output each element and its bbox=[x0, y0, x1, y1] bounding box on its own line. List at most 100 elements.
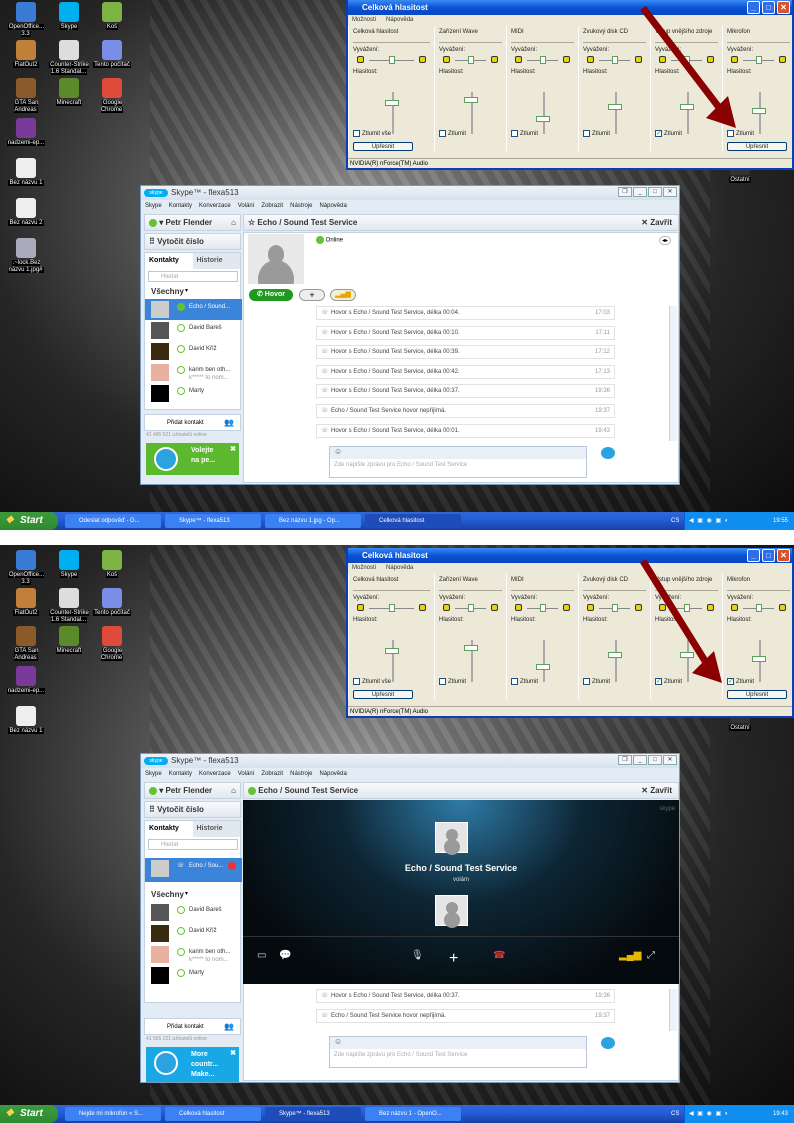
taskbar-item[interactable]: Odeslat odpověď - G... bbox=[65, 514, 161, 528]
search-input[interactable]: Hledat bbox=[148, 271, 238, 282]
menu-item[interactable]: Možnosti bbox=[352, 563, 376, 573]
close-promo-icon[interactable]: ✖ bbox=[230, 445, 236, 455]
tab-history[interactable]: Historie bbox=[192, 253, 240, 269]
volume-slider-thumb[interactable] bbox=[384, 99, 399, 106]
volume-slider-thumb[interactable] bbox=[679, 103, 694, 110]
mute-checkbox[interactable]: Ztlumit bbox=[511, 130, 538, 137]
taskbar-item[interactable]: Celková hlasitost bbox=[365, 514, 461, 528]
checkbox[interactable] bbox=[727, 130, 734, 137]
add-contact-button[interactable]: Přidat kontakt 👥 bbox=[144, 1018, 241, 1035]
desktop-icon[interactable]: Bez názvu 1 bbox=[4, 706, 48, 735]
volume-slider-thumb[interactable] bbox=[463, 645, 478, 652]
volume-slider-thumb[interactable] bbox=[384, 647, 399, 654]
desktop-icon[interactable]: GTA San Andreas bbox=[4, 626, 48, 662]
taskbar-item[interactable]: Bez názvu 1.jpg - Op... bbox=[265, 514, 361, 528]
menu-item[interactable]: Možnosti bbox=[352, 15, 376, 25]
add-group-icon[interactable]: 👥 bbox=[224, 1019, 234, 1035]
volume-slider[interactable] bbox=[614, 92, 617, 134]
checkbox[interactable] bbox=[511, 130, 518, 137]
maximize-button[interactable]: □ bbox=[648, 187, 662, 197]
desktop-icon[interactable]: Counter-Strike 1.6 Standal... bbox=[47, 588, 91, 624]
star-icon[interactable] bbox=[248, 786, 256, 795]
slider-thumb[interactable] bbox=[683, 56, 690, 64]
scroll-arrows-button[interactable]: ◂▸ bbox=[658, 236, 671, 245]
home-icon[interactable]: ⌂ bbox=[231, 215, 236, 231]
mute-checkbox[interactable]: Ztlumit bbox=[583, 678, 610, 685]
volume-slider[interactable] bbox=[686, 92, 689, 134]
checkbox[interactable] bbox=[511, 678, 518, 685]
volume-slider-thumb[interactable] bbox=[751, 107, 766, 114]
desktop-icon[interactable]: Tento počítač bbox=[90, 40, 134, 69]
language-indicator[interactable]: CS bbox=[671, 512, 679, 530]
contact-item[interactable]: Echo / Sound... bbox=[145, 299, 242, 320]
mute-checkbox[interactable]: Ztlumit bbox=[439, 678, 466, 685]
mute-checkbox[interactable]: Ztlumit bbox=[511, 678, 538, 685]
star-icon[interactable]: ☆ bbox=[248, 218, 257, 227]
menu-item[interactable]: Nápověda bbox=[319, 200, 346, 212]
menu-item[interactable]: Nástroje bbox=[290, 768, 312, 780]
checkbox[interactable]: ✓ bbox=[727, 678, 734, 685]
group-selector[interactable]: Všechny bbox=[151, 287, 184, 296]
fullscreen-icon[interactable]: ⤢ bbox=[647, 950, 655, 961]
compact-view-button[interactable]: ❐ bbox=[618, 187, 632, 197]
checkbox[interactable] bbox=[583, 678, 590, 685]
desktop-icon[interactable]: Minecraft bbox=[47, 78, 91, 107]
balance-slider[interactable] bbox=[583, 603, 646, 613]
microphone-icon[interactable]: 🎙 bbox=[411, 950, 424, 961]
desktop-icon[interactable]: Google Chrome bbox=[90, 626, 134, 662]
history-scrollbar[interactable] bbox=[669, 306, 677, 441]
contact-item[interactable]: David Kříž bbox=[145, 341, 242, 362]
balance-slider[interactable] bbox=[439, 55, 502, 65]
emoticon-icon[interactable]: ☺ bbox=[330, 447, 586, 459]
skype-title-bar[interactable]: skype Skype™ - flexa513 ❐ _ □ ✕ bbox=[141, 186, 679, 200]
maximize-button[interactable]: □ bbox=[762, 549, 775, 562]
desktop-icon[interactable]: Koš bbox=[90, 2, 134, 31]
slider-thumb[interactable] bbox=[755, 604, 762, 612]
volume-slider-thumb[interactable] bbox=[607, 651, 622, 658]
volume-slider-thumb[interactable] bbox=[535, 664, 550, 671]
close-button[interactable]: ✕ bbox=[777, 549, 790, 562]
checkbox[interactable]: ✓ bbox=[655, 678, 662, 685]
checkbox[interactable] bbox=[353, 130, 360, 137]
dial-button[interactable]: ⠿ Vytočit číslo bbox=[144, 801, 241, 818]
mute-checkbox[interactable]: Ztlumit bbox=[727, 130, 754, 137]
advanced-button[interactable]: Upřesnit bbox=[727, 142, 787, 151]
desktop-icon[interactable]: Bez názvu 2 bbox=[4, 198, 48, 227]
message-input[interactable]: ☺ Zde napište zprávu pro Echo / Sound Tes… bbox=[329, 1036, 587, 1068]
signal-icon[interactable]: ▂▄▆ bbox=[619, 950, 641, 961]
desktop-icon[interactable]: Skype bbox=[47, 2, 91, 31]
taskbar-item[interactable]: Skype™ - flexa513 bbox=[265, 1107, 361, 1121]
slider-thumb[interactable] bbox=[388, 604, 395, 612]
menu-item[interactable]: Nápověda bbox=[386, 15, 413, 25]
volume-slider[interactable] bbox=[542, 640, 545, 682]
desktop-icon[interactable]: Google Chrome bbox=[90, 78, 134, 114]
search-input[interactable]: Hledat bbox=[148, 839, 238, 850]
mute-checkbox[interactable]: ✓ Ztlumit bbox=[727, 678, 754, 685]
volume-slider[interactable] bbox=[614, 640, 617, 682]
slider-thumb[interactable] bbox=[388, 56, 395, 64]
menu-item[interactable]: Zobrazit bbox=[261, 768, 283, 780]
desktop-icon[interactable]: nadzemi-ep... bbox=[4, 118, 48, 147]
tray-icons[interactable]: ◀ ▣ ◉ ▣ ◐ bbox=[689, 1105, 729, 1123]
balance-slider[interactable] bbox=[511, 603, 574, 613]
contact-item[interactable]: Marty bbox=[145, 383, 242, 404]
tab-contacts[interactable]: Kontakty bbox=[145, 253, 193, 269]
slider-thumb[interactable] bbox=[539, 56, 546, 64]
add-group-icon[interactable]: 👥 bbox=[224, 415, 234, 431]
menu-item[interactable]: Volání bbox=[238, 768, 255, 780]
chat-icon[interactable]: 💬 bbox=[279, 950, 291, 961]
desktop-icon[interactable]: FlatOut2 bbox=[4, 588, 48, 617]
slider-thumb[interactable] bbox=[611, 604, 618, 612]
contact-item[interactable]: Marty bbox=[145, 965, 242, 986]
message-input[interactable]: ☺ Zde napište zprávu pro Echo / Sound Tes… bbox=[329, 446, 587, 478]
minimize-button[interactable]: _ bbox=[633, 755, 647, 765]
menu-item[interactable]: Volání bbox=[238, 200, 255, 212]
balance-slider[interactable] bbox=[353, 603, 430, 613]
volume-slider[interactable] bbox=[686, 640, 689, 682]
menu-item[interactable]: Konverzace bbox=[199, 200, 231, 212]
taskbar-item[interactable]: Skype™ - flexa513 bbox=[165, 514, 261, 528]
volume-slider[interactable] bbox=[391, 640, 394, 682]
advanced-button[interactable]: Upřesnit bbox=[727, 690, 787, 699]
close-conversation-button[interactable]: ✕ Zavřít bbox=[641, 783, 672, 799]
menu-item[interactable]: Nápověda bbox=[319, 768, 346, 780]
